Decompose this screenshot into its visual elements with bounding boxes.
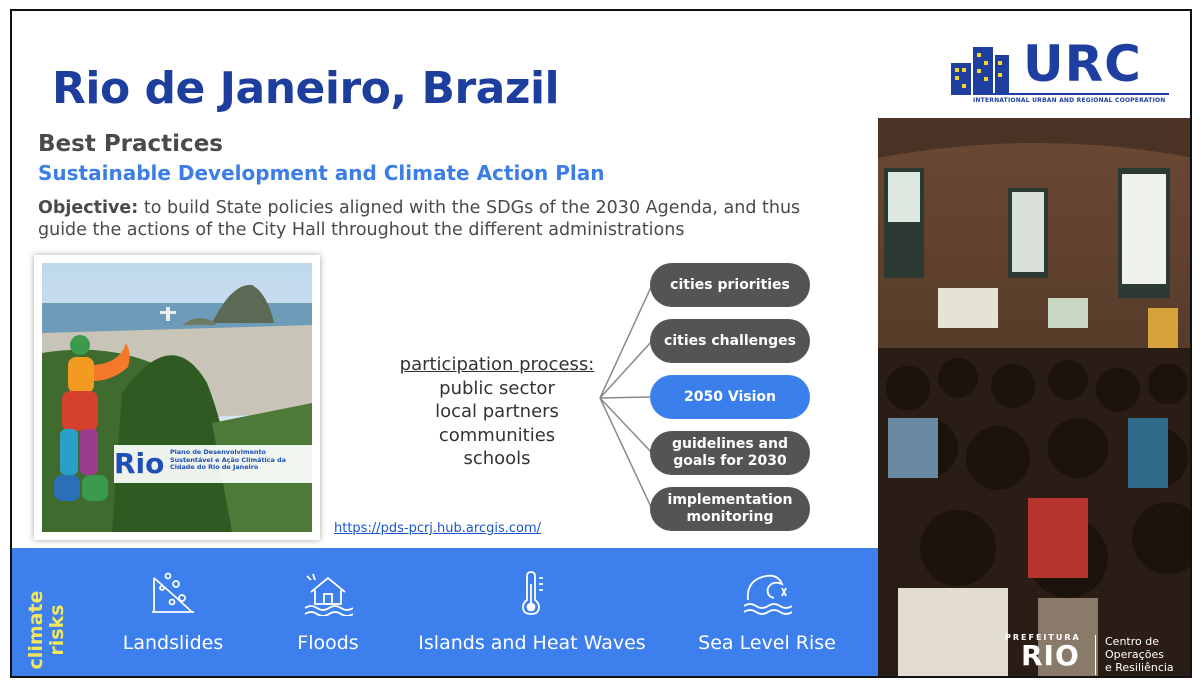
- risk-label-text: Landslides: [122, 632, 224, 654]
- risk-label-text: Sea Level Rise: [698, 632, 836, 654]
- cover-caption: Plano de Desenvolvimento Sustentável e A…: [170, 448, 286, 471]
- thermometer-icon: [522, 571, 543, 615]
- participation-photo: [878, 118, 1190, 676]
- process-item: communities: [438, 424, 556, 446]
- prefeitura-desc-line: e Resiliência: [1105, 661, 1174, 674]
- pill-2050-vision: 2050 Vision: [650, 375, 810, 419]
- plan-title: Sustainable Development and Climate Acti…: [38, 161, 605, 185]
- risk-floods: Floods: [268, 548, 388, 676]
- cover-caption-box: Rio Plano de Desenvolvimento Sustentável…: [114, 445, 312, 483]
- pill-cities-priorities: cities priorities: [650, 263, 810, 307]
- objective-text: Objective: to build State policies align…: [38, 197, 838, 241]
- process-heading: participation process:: [399, 354, 595, 375]
- risk-sea-level-rise: Sea Level Rise: [692, 548, 842, 676]
- logo-text: URC: [1023, 35, 1142, 93]
- prefeitura-description: Centro de Operações e Resiliência: [1105, 635, 1174, 674]
- plan-cover-image: Rio Plano de Desenvolvimento Sustentável…: [34, 255, 320, 540]
- prefeitura-rio-logo: PREFEITURA RIO Centro de Operações e Res…: [1005, 633, 1190, 676]
- wave-icon: [743, 574, 792, 615]
- risk-label-text: Floods: [297, 632, 359, 654]
- rio-panorama-illustration: Rio Plano de Desenvolvimento Sustentável…: [42, 263, 312, 532]
- prefeitura-desc-line: Operações: [1105, 648, 1164, 661]
- prefeitura-city: RIO: [1021, 639, 1080, 672]
- climate-risks-line: climate: [25, 590, 47, 670]
- objective-body: to build State policies aligned with the…: [38, 198, 801, 240]
- pill-implementation-monitoring: implementation monitoring: [650, 487, 810, 531]
- buildings-logo-icon: [951, 47, 1009, 95]
- participation-process: participation process: public sector loc…: [372, 353, 622, 471]
- landslide-icon: [152, 572, 194, 613]
- logo-subtitle: INTERNATIONAL URBAN AND REGIONAL COOPERA…: [973, 93, 1169, 104]
- plan-url-link[interactable]: https://pds-pcrj.hub.arcgis.com/: [334, 521, 541, 536]
- risk-landslides: Landslides: [108, 548, 238, 676]
- process-item: schools: [463, 448, 531, 469]
- slide-frame: Rio de Janeiro, Brazil URC INTERNATIONAL…: [10, 9, 1192, 678]
- prefeitura-desc-line: Centro de: [1105, 635, 1159, 648]
- risk-label-text: Islands and Heat Waves: [418, 632, 646, 654]
- prefeitura-divider: [1095, 635, 1096, 675]
- process-item: public sector: [439, 377, 555, 399]
- risk-heat-waves: Islands and Heat Waves: [418, 548, 646, 676]
- iurc-logo: URC INTERNATIONAL URBAN AND REGIONAL COO…: [947, 35, 1169, 105]
- climate-risks-label: climate risks: [25, 588, 70, 670]
- section-heading: Best Practices: [38, 131, 223, 157]
- flood-house-icon: [304, 573, 353, 616]
- pill-cities-challenges: cities challenges: [650, 319, 810, 363]
- climate-risks-line: risks: [46, 604, 68, 656]
- process-item: local partners: [435, 401, 559, 422]
- objective-label: Objective:: [38, 198, 139, 218]
- climate-risks-band: climate risks Landslides Floods Islands …: [12, 548, 878, 676]
- slide-title: Rio de Janeiro, Brazil: [52, 63, 560, 114]
- rio-brand-text: Rio: [114, 447, 165, 480]
- pill-guidelines-goals: guidelines and goals for 2030: [650, 431, 810, 475]
